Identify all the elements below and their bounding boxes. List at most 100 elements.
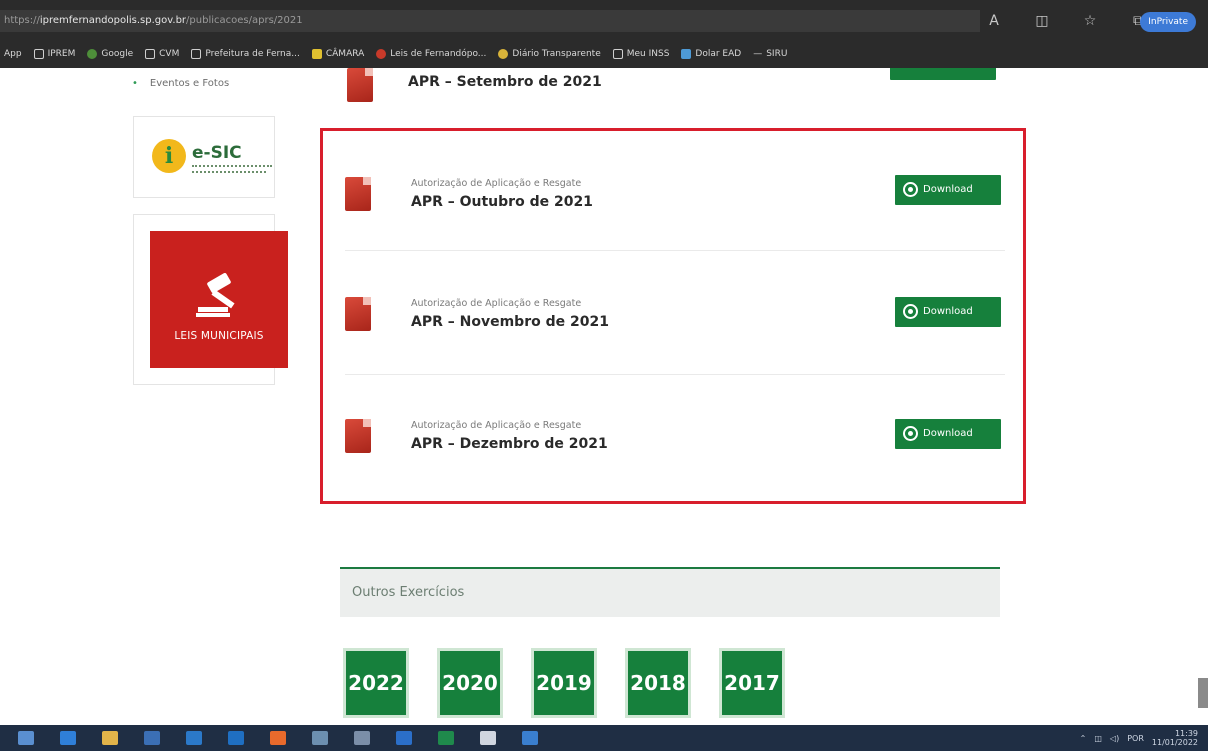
download-label: Download <box>923 306 973 317</box>
excel-icon[interactable] <box>438 731 454 745</box>
bookmark-cvm[interactable]: CVM <box>145 49 179 59</box>
leis-municipais-image: LEIS MUNICIPAIS <box>150 231 288 368</box>
download-label: Download <box>923 428 973 439</box>
apr-title[interactable]: APR – Dezembro de 2021 <box>411 436 608 452</box>
sidebar-link-eventos[interactable]: Eventos e Fotos <box>132 78 229 89</box>
shield-icon <box>498 49 509 59</box>
pdf-icon <box>347 68 373 102</box>
download-icon <box>903 426 918 441</box>
download-button[interactable]: Download <box>895 419 1001 449</box>
bookmark-label: IPREM <box>47 49 76 59</box>
pdf-icon <box>345 419 371 453</box>
apr-title[interactable]: APR – Novembro de 2021 <box>411 314 609 330</box>
download-button[interactable]: Download <box>895 175 1001 205</box>
bookmark-camara[interactable]: CÂMARA <box>311 49 364 59</box>
bookmark-label: SIRU <box>766 49 788 59</box>
outros-exercicios-panel: Outros Exercícios <box>340 567 1000 617</box>
page-icon <box>145 49 156 59</box>
bookmark-diario[interactable]: Diário Transparente <box>498 49 601 59</box>
download-label: Download <box>923 184 973 195</box>
chart-icon <box>681 49 692 59</box>
scrollbar-thumb[interactable] <box>1198 678 1208 708</box>
bookmark-google[interactable]: Google <box>87 49 133 59</box>
chevron-up-icon[interactable]: ⌃ <box>1080 734 1087 743</box>
start-icon[interactable] <box>18 731 34 745</box>
year-button-2018[interactable]: 2018 <box>625 648 691 718</box>
download-icon <box>903 304 918 319</box>
year-buttons: 2022 2020 2019 2018 2017 <box>343 648 785 718</box>
favorites-icon[interactable]: ☆ <box>1080 10 1100 32</box>
address-bar[interactable]: https://ipremfernandopolis.sp.gov.br/pub… <box>0 10 980 32</box>
firefox-icon[interactable] <box>270 731 286 745</box>
esic-subtitle-line <box>192 171 266 175</box>
network-icon[interactable]: ◫ <box>1094 734 1102 743</box>
google-icon <box>87 49 98 59</box>
outlook-icon[interactable] <box>228 731 244 745</box>
apr-subtitle: Autorização de Aplicação e Resgate <box>411 298 582 309</box>
calculator-icon[interactable] <box>354 731 370 745</box>
bookmarks-bar: App IPREM Google CVM Prefeitura de Ferna… <box>0 40 1208 68</box>
apr-title[interactable]: APR – Setembro de 2021 <box>408 74 602 90</box>
esic-banner[interactable]: i e-SIC <box>133 116 275 198</box>
bookmark-label: Meu INSS <box>626 49 670 59</box>
clock-date: 11/01/2022 <box>1151 738 1198 747</box>
read-aloud-icon[interactable]: A <box>984 10 1004 32</box>
apr-item-dezembro: Autorização de Aplicação e Resgate APR –… <box>345 379 1005 499</box>
dash-icon: — <box>753 49 763 59</box>
settings-icon[interactable] <box>480 731 496 745</box>
page-icon <box>612 49 623 59</box>
page-content: Eventos e Fotos i e-SIC LEIS MUNICIPAIS … <box>0 68 1208 718</box>
pdf-icon <box>345 177 371 211</box>
bookmark-siru[interactable]: — SIRU <box>753 49 787 59</box>
url-host: ipremfernandopolis.sp.gov.br <box>39 15 187 26</box>
info-icon: i <box>152 139 186 173</box>
apr-item-novembro: Autorização de Aplicação e Resgate APR –… <box>345 255 1005 375</box>
outros-exercicios-title: Outros Exercícios <box>352 585 465 600</box>
bookmark-leis[interactable]: Leis de Fernandópo... <box>376 49 486 59</box>
edge-icon[interactable] <box>60 731 76 745</box>
year-button-2019[interactable]: 2019 <box>531 648 597 718</box>
browser-toolbar: https://ipremfernandopolis.sp.gov.br/pub… <box>0 0 1208 40</box>
download-button[interactable] <box>890 68 996 80</box>
bookmark-label: Leis de Fernandópo... <box>390 49 487 59</box>
download-button[interactable]: Download <box>895 297 1001 327</box>
pdf-icon <box>345 297 371 331</box>
bookmark-prefeitura[interactable]: Prefeitura de Ferna... <box>191 49 300 59</box>
bookmark-label: Dolar EAD <box>695 49 742 59</box>
esic-subtitle-line <box>192 165 272 169</box>
volume-icon[interactable]: ◁) <box>1110 734 1119 743</box>
bookmark-label: Google <box>101 49 134 59</box>
highlight-box: Autorização de Aplicação e Resgate APR –… <box>320 128 1026 504</box>
bookmark-label: Diário Transparente <box>512 49 601 59</box>
year-button-2022[interactable]: 2022 <box>343 648 409 718</box>
gavel-icon <box>196 273 235 317</box>
apr-subtitle: Autorização de Aplicação e Resgate <box>411 420 582 431</box>
bookmark-iprem[interactable]: IPREM <box>33 49 76 59</box>
url-path: /publicacoes/aprs/2021 <box>186 15 303 26</box>
app-icon[interactable] <box>522 731 538 745</box>
extensions-icon[interactable]: ◫ <box>1032 10 1052 32</box>
leis-municipais-label: LEIS MUNICIPAIS <box>174 330 264 342</box>
page-icon <box>191 49 202 59</box>
bookmark-meu-inss[interactable]: Meu INSS <box>612 49 670 59</box>
bookmark-label: App <box>4 49 22 59</box>
year-button-2020[interactable]: 2020 <box>437 648 503 718</box>
store-icon[interactable] <box>144 731 160 745</box>
clock[interactable]: 11:39 11/01/2022 <box>1152 729 1198 747</box>
bookmark-label: CVM <box>159 49 180 59</box>
bookmark-apps[interactable]: App <box>4 49 22 59</box>
photos-icon[interactable] <box>312 731 328 745</box>
apr-title[interactable]: APR – Outubro de 2021 <box>411 194 593 210</box>
word-icon[interactable] <box>396 731 412 745</box>
year-button-2017[interactable]: 2017 <box>719 648 785 718</box>
mail-icon[interactable] <box>186 731 202 745</box>
leis-municipais-banner[interactable]: LEIS MUNICIPAIS <box>133 214 288 385</box>
file-explorer-icon[interactable] <box>102 731 118 745</box>
bookmark-dolar-ead[interactable]: Dolar EAD <box>681 49 741 59</box>
windows-taskbar: ⌃ ◫ ◁) POR 11:39 11/01/2022 <box>0 725 1208 751</box>
globe-icon <box>376 49 387 59</box>
apr-subtitle: Autorização de Aplicação e Resgate <box>411 178 582 189</box>
language-indicator[interactable]: POR <box>1127 734 1144 743</box>
inprivate-badge[interactable]: InPrivate <box>1140 12 1196 32</box>
system-tray: ⌃ ◫ ◁) POR 11:39 11/01/2022 <box>1080 725 1198 751</box>
